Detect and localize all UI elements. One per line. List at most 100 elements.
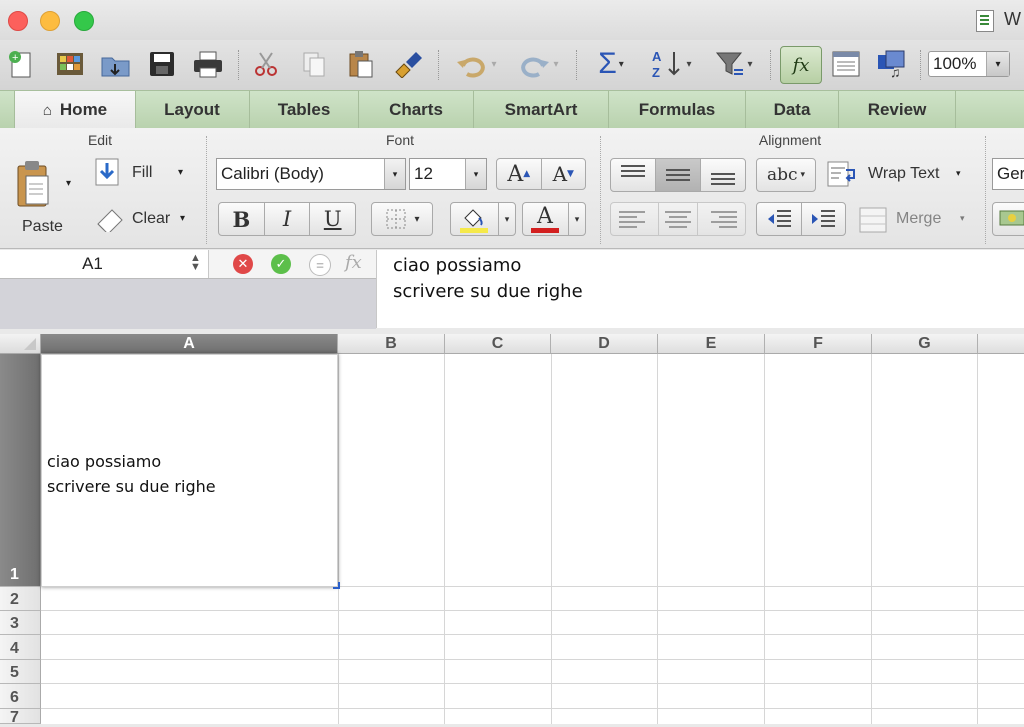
ribbon-tabs: ⌂ Home Layout Tables Charts SmartArt Form…	[0, 90, 1024, 129]
gridline	[41, 708, 1024, 709]
gridline	[657, 354, 658, 724]
column-header-f[interactable]: F	[765, 334, 872, 354]
chevron-down-icon: ▾	[956, 168, 961, 178]
media-browser-icon[interactable]: ♫	[874, 46, 910, 82]
copy-icon[interactable]	[296, 46, 332, 82]
print-icon[interactable]	[190, 46, 226, 82]
font-family-select[interactable]: Calibri (Body) ▾	[216, 158, 406, 190]
fill-color-button[interactable]: ▾	[450, 202, 516, 236]
close-window-button[interactable]	[8, 11, 28, 31]
fill-down-icon	[95, 158, 119, 186]
save-icon[interactable]	[144, 46, 180, 82]
cell-a1[interactable]: ciao possiamo scrivere su due righe	[41, 354, 338, 587]
tab-home[interactable]: ⌂ Home	[14, 91, 136, 129]
cut-icon[interactable]	[248, 46, 284, 82]
row-header-7[interactable]: 7	[0, 709, 41, 726]
column-header-h[interactable]	[978, 334, 1024, 354]
borders-button[interactable]: ▾	[371, 202, 433, 236]
italic-button[interactable]: I	[265, 203, 311, 235]
tab-formulas[interactable]: Formulas	[609, 91, 746, 128]
align-left-button[interactable]	[611, 203, 659, 235]
zoom-select[interactable]: 100% ▾	[928, 51, 1010, 77]
name-box-stepper[interactable]: ▲ ▼	[190, 253, 201, 273]
tab-tables[interactable]: Tables	[250, 91, 359, 128]
indent-buttons	[756, 202, 846, 236]
paste-toolbar-icon[interactable]	[342, 46, 378, 82]
tab-charts[interactable]: Charts	[359, 91, 474, 128]
paint-bucket-icon	[460, 209, 488, 233]
tab-review[interactable]: Review	[839, 91, 956, 128]
toolbox-icon[interactable]	[828, 46, 864, 82]
column-header-d[interactable]: D	[551, 334, 658, 354]
font-color-button[interactable]: A ▾	[522, 202, 586, 236]
new-document-icon[interactable]: +	[2, 46, 38, 82]
align-top-button[interactable]	[611, 159, 656, 191]
gridline	[444, 354, 445, 724]
chevron-down-icon[interactable]: ▾	[465, 159, 486, 189]
fill-handle[interactable]	[333, 582, 340, 589]
minimize-window-button[interactable]	[40, 11, 60, 31]
fx-icon[interactable]: fx	[345, 252, 362, 273]
align-right-button[interactable]	[698, 203, 745, 235]
currency-format-button[interactable]	[992, 202, 1024, 236]
font-size-select[interactable]: 12 ▾	[409, 158, 487, 190]
tab-layout[interactable]: Layout	[135, 91, 250, 128]
clear-button[interactable]: Clear ▾	[94, 204, 194, 234]
sort-icon[interactable]: A Z ▾	[640, 46, 702, 82]
formula-bar-buttons: ✕ ✓ = fx	[208, 250, 377, 278]
merge-button[interactable]: Merge ▾	[858, 204, 978, 236]
underline-button[interactable]: U	[310, 203, 355, 235]
svg-text:Z: Z	[652, 65, 660, 80]
text-style-buttons: B I U	[218, 202, 356, 236]
paste-button[interactable]: ▾ Paste	[10, 156, 71, 240]
open-folder-icon[interactable]	[98, 46, 134, 82]
orientation-button[interactable]: abc ▾	[756, 158, 816, 192]
edit-group-title: Edit	[87, 132, 113, 148]
redo-icon[interactable]: ▾	[510, 46, 566, 82]
grow-font-button[interactable]: A ▲	[497, 159, 542, 189]
align-middle-button[interactable]	[656, 159, 701, 191]
select-all-corner[interactable]	[0, 334, 41, 354]
wrap-text-button[interactable]: Wrap Text ▾	[826, 158, 976, 192]
column-header-c[interactable]: C	[445, 334, 551, 354]
tab-data[interactable]: Data	[746, 91, 839, 128]
undo-icon[interactable]: ▾	[448, 46, 504, 82]
gridline	[41, 659, 1024, 660]
svg-text:♫: ♫	[890, 64, 901, 79]
formula-builder-icon[interactable]: =	[309, 254, 331, 276]
formula-input[interactable]: ciao possiamo scrivere su due righe	[376, 250, 1024, 328]
column-header-b[interactable]: B	[338, 334, 445, 354]
fill-button[interactable]: Fill ▾	[94, 158, 194, 188]
align-bottom-button[interactable]	[701, 159, 745, 191]
name-box[interactable]: A1 ▲ ▼	[0, 250, 208, 279]
filter-icon[interactable]: ▾	[706, 46, 762, 82]
shrink-font-button[interactable]: A ▼	[542, 159, 586, 189]
autosum-icon[interactable]: Σ ▾	[586, 46, 636, 82]
confirm-entry-icon[interactable]: ✓	[271, 254, 291, 274]
gridline	[338, 354, 339, 724]
zoom-window-button[interactable]	[74, 11, 94, 31]
cancel-entry-icon[interactable]: ✕	[233, 254, 253, 274]
bold-button[interactable]: B	[219, 203, 265, 235]
column-header-e[interactable]: E	[658, 334, 765, 354]
column-header-g[interactable]: G	[872, 334, 978, 354]
row-header-6[interactable]: 6	[0, 684, 41, 709]
increase-indent-button[interactable]	[802, 203, 846, 235]
row-header-2[interactable]: 2	[0, 587, 41, 611]
format-painter-icon[interactable]	[390, 46, 426, 82]
vertical-align-buttons	[610, 158, 746, 192]
row-header-5[interactable]: 5	[0, 660, 41, 684]
chevron-down-icon[interactable]: ▾	[986, 52, 1009, 76]
row-header-3[interactable]: 3	[0, 611, 41, 635]
number-format-select[interactable]: Ger	[992, 158, 1024, 190]
decrease-indent-button[interactable]	[757, 203, 802, 235]
templates-gallery-icon[interactable]	[52, 46, 88, 82]
column-header-a[interactable]: A	[41, 334, 338, 354]
chevron-down-icon[interactable]: ▾	[384, 159, 405, 189]
row-header-4[interactable]: 4	[0, 635, 41, 660]
row-header-1[interactable]: 1	[0, 354, 41, 587]
alignment-group-title: Alignment	[758, 132, 822, 148]
formula-builder-button[interactable]: fx	[780, 46, 822, 84]
tab-smartart[interactable]: SmartArt	[474, 91, 609, 128]
align-center-button[interactable]	[659, 203, 699, 235]
